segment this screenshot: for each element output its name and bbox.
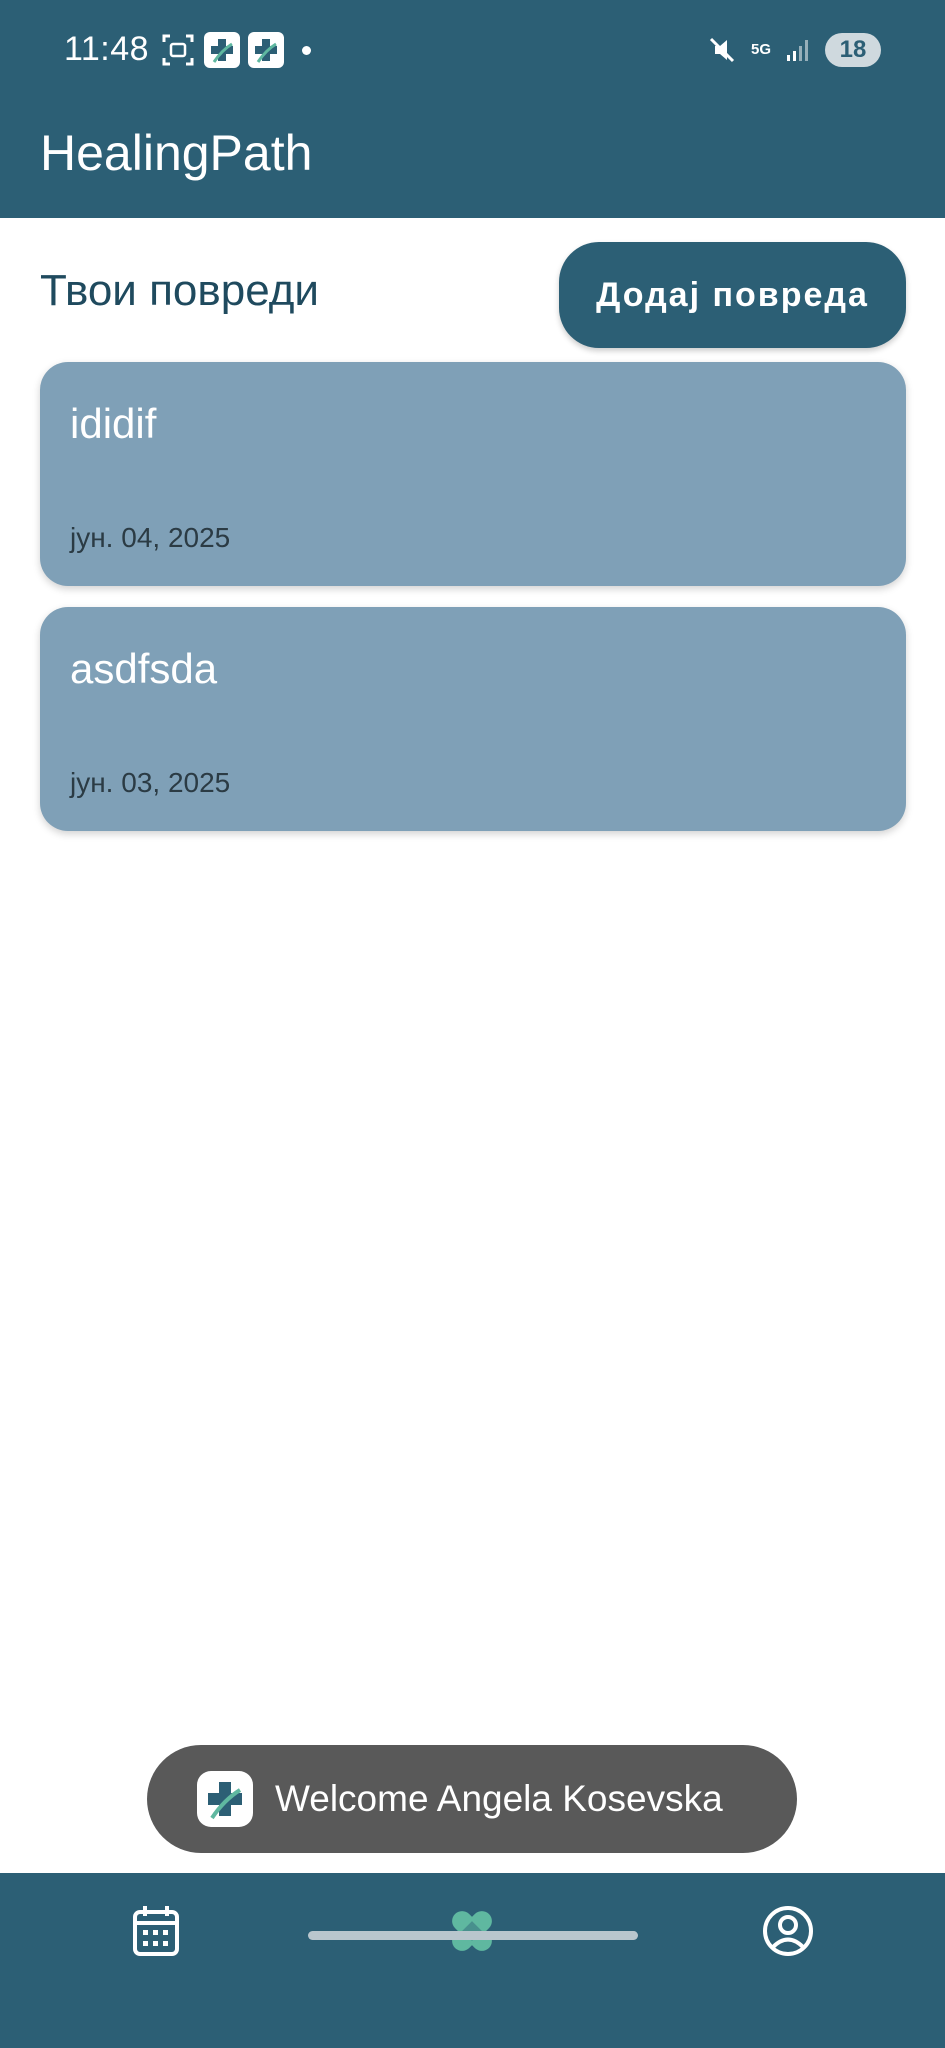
page-title: Твои повреди	[40, 266, 319, 315]
notification-dot	[302, 45, 311, 55]
injury-name: asdfsda	[70, 645, 218, 692]
injury-date: јун. 04, 2025	[70, 522, 231, 553]
status-right-icons: 5G 18	[707, 30, 881, 70]
status-left-icons	[160, 30, 311, 70]
injury-card[interactable]: ididif јун. 04, 2025	[40, 362, 906, 586]
calendar-icon	[131, 1904, 181, 1963]
injury-card[interactable]: asdfsda јун. 03, 2025	[40, 607, 906, 831]
app-notification-icon	[204, 32, 240, 68]
bottom-navigation	[0, 1873, 945, 2048]
signal-icon	[785, 37, 811, 63]
app-notification-icon-2	[248, 32, 284, 68]
status-time: 11:48	[64, 30, 150, 68]
toast-message: Welcome Angela Kosevska	[275, 1778, 723, 1819]
injury-date: јун. 03, 2025	[70, 767, 231, 798]
network-5g-icon: 5G	[750, 41, 771, 58]
welcome-toast: Welcome Angela Kosevska	[147, 1745, 797, 1853]
mute-icon	[707, 35, 737, 65]
nav-profile[interactable]	[688, 1873, 888, 1993]
add-injury-button[interactable]: Додај повреда	[559, 242, 906, 348]
nav-calendar[interactable]	[56, 1873, 256, 1993]
status-bar: 11:48 5G 18	[0, 0, 945, 100]
network-label: 5G	[750, 41, 771, 58]
battery-indicator: 18	[825, 33, 881, 67]
screenshot-icon	[160, 32, 196, 68]
injury-name: ididif	[70, 400, 157, 447]
app-logo-icon	[197, 1771, 253, 1827]
home-indicator[interactable]	[308, 1931, 638, 1940]
profile-icon	[761, 1904, 815, 1963]
app-title: HealingPath	[40, 125, 313, 181]
